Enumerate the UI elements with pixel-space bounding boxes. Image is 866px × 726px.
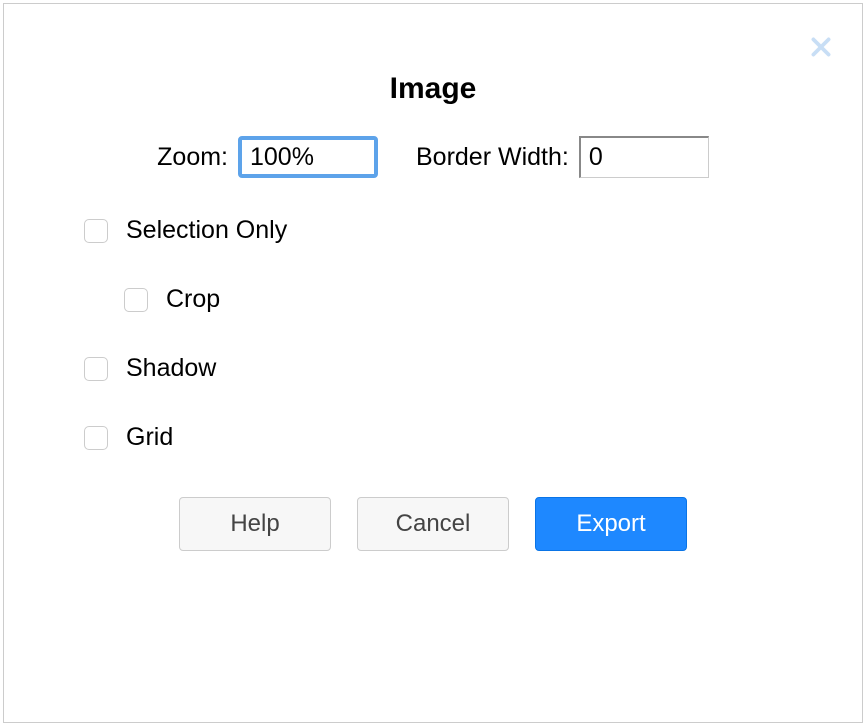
border-width-label: Border Width: — [416, 143, 569, 172]
cancel-button[interactable]: Cancel — [357, 497, 509, 551]
crop-checkbox[interactable] — [124, 288, 148, 312]
zoom-label: Zoom: — [157, 143, 228, 172]
option-shadow: Shadow — [84, 354, 862, 383]
dialog-title: Image — [4, 72, 862, 106]
border-width-input[interactable] — [579, 136, 709, 178]
shadow-label: Shadow — [126, 354, 216, 383]
grid-label: Grid — [126, 423, 173, 452]
zoom-input[interactable] — [238, 136, 378, 178]
export-button[interactable]: Export — [535, 497, 687, 551]
grid-checkbox[interactable] — [84, 426, 108, 450]
button-row: Help Cancel Export — [4, 497, 862, 551]
dialog-form-row: Zoom: Border Width: — [4, 136, 862, 178]
selection-only-label: Selection Only — [126, 216, 287, 245]
option-grid: Grid — [84, 423, 862, 452]
shadow-checkbox[interactable] — [84, 357, 108, 381]
crop-label: Crop — [166, 285, 220, 314]
option-crop: Crop — [124, 285, 862, 314]
close-icon[interactable] — [808, 34, 834, 60]
options-group: Selection Only Crop Shadow Grid — [84, 216, 862, 452]
help-button[interactable]: Help — [179, 497, 331, 551]
selection-only-checkbox[interactable] — [84, 219, 108, 243]
option-selection-only: Selection Only — [84, 216, 862, 245]
image-export-dialog: Image Zoom: Border Width: Selection Only… — [3, 3, 863, 723]
